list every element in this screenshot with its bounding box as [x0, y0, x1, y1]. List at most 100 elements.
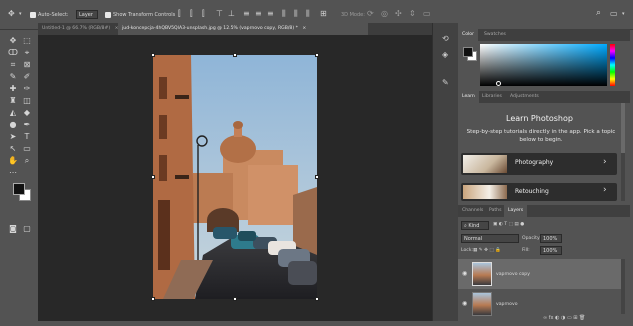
opacity-input[interactable]: 100%	[540, 234, 562, 243]
workspace-dropdown-icon[interactable]: ▾	[622, 12, 625, 17]
eye-icon[interactable]: ◉	[462, 300, 467, 307]
brush-panel-icon[interactable]: ✎	[442, 79, 449, 87]
screen-mode-icon[interactable]: ▢	[22, 224, 32, 234]
tab-layers[interactable]: Layers	[504, 205, 528, 217]
transform-handle-bottom[interactable]	[233, 297, 237, 301]
healing-brush-tool-icon[interactable]: ✚	[8, 84, 18, 94]
distribute-vcenter-icon[interactable]: ≡	[255, 10, 262, 18]
3d-drag-icon[interactable]: ✣	[395, 10, 402, 18]
tab-swatches[interactable]: Swatches	[480, 29, 510, 41]
color-fg-swatch[interactable]	[463, 47, 473, 57]
document-tab-untitled[interactable]: Untitled-1 @ 66.7% (RGB/8#) ×	[38, 23, 118, 35]
distribute-top-icon[interactable]: ≡	[243, 10, 250, 18]
3d-roll-icon[interactable]: ◎	[381, 10, 388, 18]
artboard-tool-icon[interactable]: ⬚	[22, 36, 32, 46]
tab-libraries[interactable]: Libraries	[478, 91, 506, 103]
lasso-tool-icon[interactable]: ↀ	[8, 48, 18, 58]
tab-paths[interactable]: Paths	[485, 205, 506, 217]
transform-handle-bottom-left[interactable]	[151, 297, 155, 301]
quick-mask-icon[interactable]: ◙	[8, 224, 18, 234]
3d-scale-icon[interactable]: ▭	[423, 10, 431, 18]
layer-name[interactable]: vaprnovo copy	[496, 272, 530, 277]
brush-tool-icon[interactable]: ✐	[22, 72, 32, 82]
3d-orbit-icon[interactable]: ⟳	[367, 10, 374, 18]
hand-tool-icon[interactable]: ✋	[8, 156, 18, 166]
lock-icons[interactable]: ▦ ✎ ✥ ⬚ 🔒	[473, 248, 501, 253]
gradient-tool-icon[interactable]: ◭	[8, 108, 18, 118]
layers-scrollbar[interactable]	[621, 259, 625, 314]
zoom-tool-icon[interactable]: ⌕	[22, 156, 32, 166]
crop-tool-icon[interactable]: ⌗	[8, 60, 18, 70]
distribute-bottom-icon[interactable]: ≡	[267, 10, 274, 18]
layer-filter-icons[interactable]: ▣ ◐ T ⬚ ▤ ●	[493, 222, 524, 227]
move-tool-icon[interactable]: ✥	[8, 36, 18, 46]
auto-select-checkbox[interactable]	[30, 12, 36, 18]
tool-preset-dropdown-icon[interactable]: ▾	[19, 12, 22, 17]
transform-handle-left[interactable]	[151, 175, 155, 179]
learn-scrollbar-thumb[interactable]	[621, 103, 625, 153]
tab-learn[interactable]: Learn	[458, 91, 479, 103]
right-panels: Color Swatches Learn Libraries Adjustmen…	[458, 23, 630, 321]
transform-handle-top-left[interactable]	[151, 53, 155, 57]
stamp-tool-icon[interactable]: ♜	[8, 96, 18, 106]
align-center-icon[interactable]: ⫿	[190, 10, 193, 18]
distribute-left-icon[interactable]: ⫼	[282, 10, 286, 18]
tab-channels[interactable]: Channels	[458, 205, 487, 217]
properties-panel-icon[interactable]: ◈	[442, 51, 448, 59]
align-top-icon[interactable]: ⊤	[216, 10, 223, 18]
foreground-color-swatch-front[interactable]	[13, 183, 25, 195]
frame-tool-icon[interactable]: ⊠	[22, 60, 32, 70]
color-field[interactable]	[480, 44, 607, 86]
type-tool-icon[interactable]: T	[22, 132, 32, 142]
align-left-icon[interactable]: ⫿	[178, 10, 181, 18]
auto-align-icon[interactable]: ⊞	[320, 10, 327, 18]
align-middle-icon[interactable]: ⊥	[228, 10, 235, 18]
eye-icon[interactable]: ◉	[462, 270, 467, 277]
learn-scrollbar[interactable]	[621, 103, 625, 201]
eyedropper-tool-icon[interactable]: ✎	[8, 72, 18, 82]
transform-handle-right[interactable]	[315, 175, 319, 179]
layer-name[interactable]: vaprnovo	[496, 302, 518, 307]
history-panel-icon[interactable]: ⟲	[442, 35, 449, 43]
document-tab-photo[interactable]: jud-koncepcja-4hQBV5QlA3-unsplash.jpg @ …	[118, 23, 368, 35]
eraser-tool-icon[interactable]: ◫	[22, 96, 32, 106]
layer-row-vaprnovo-copy[interactable]: ◉ vaprnovo copy	[458, 259, 621, 289]
distribute-right-icon[interactable]: ⫼	[306, 10, 310, 18]
workspace-icon[interactable]: ▭	[610, 10, 618, 18]
rectangle-tool-icon[interactable]: ▭	[22, 144, 32, 154]
direct-select-tool-icon[interactable]: ↖	[8, 144, 18, 154]
blend-mode-select[interactable]: Normal	[461, 234, 519, 243]
learn-item-label: Photography	[515, 159, 554, 166]
layer-filter-kind-select[interactable]: ⌕ Kind	[461, 221, 489, 230]
transform-controls-checkbox[interactable]	[105, 12, 111, 18]
3d-slide-icon[interactable]: ⇕	[409, 10, 416, 18]
document-canvas-photo[interactable]	[153, 55, 317, 299]
blur-tool-icon[interactable]: ◆	[22, 108, 32, 118]
history-brush-tool-icon[interactable]: ✑	[22, 84, 32, 94]
transform-handle-top-right[interactable]	[315, 53, 319, 57]
panel-icon-strip: ⟲ ◈ ✎	[432, 23, 458, 321]
learn-item-retouching[interactable]: Retouching ›	[461, 183, 617, 201]
distribute-hcenter-icon[interactable]: ⫼	[294, 10, 298, 18]
learn-item-photography[interactable]: Photography ›	[461, 153, 617, 175]
auto-select-target-select[interactable]: Layer	[76, 10, 98, 19]
tab-label: jud-koncepcja-4hQBV5QlA3-unsplash.jpg @ …	[122, 26, 298, 31]
retouching-thumbnail	[463, 185, 507, 199]
search-icon[interactable]: ⌕	[596, 9, 601, 18]
photography-thumbnail	[463, 155, 507, 173]
fill-input[interactable]: 100%	[540, 246, 562, 255]
path-select-tool-icon[interactable]: ➤	[8, 132, 18, 142]
edit-toolbar-icon[interactable]: ⋯	[8, 168, 18, 178]
dodge-tool-icon[interactable]: ●	[8, 120, 18, 130]
close-icon[interactable]: ×	[302, 26, 306, 31]
tab-adjustments[interactable]: Adjustments	[506, 91, 543, 103]
transform-handle-bottom-right[interactable]	[315, 297, 319, 301]
move-tool-icon[interactable]: ✥	[8, 10, 15, 18]
quick-select-tool-icon[interactable]: ⌖	[22, 48, 32, 58]
color-picker-ring[interactable]	[496, 81, 501, 86]
align-right-icon[interactable]: ⫿	[202, 10, 205, 18]
pen-tool-icon[interactable]: ✒	[22, 120, 32, 130]
transform-handle-top[interactable]	[233, 53, 237, 57]
tab-color[interactable]: Color	[458, 29, 478, 41]
hue-slider[interactable]	[610, 44, 615, 86]
